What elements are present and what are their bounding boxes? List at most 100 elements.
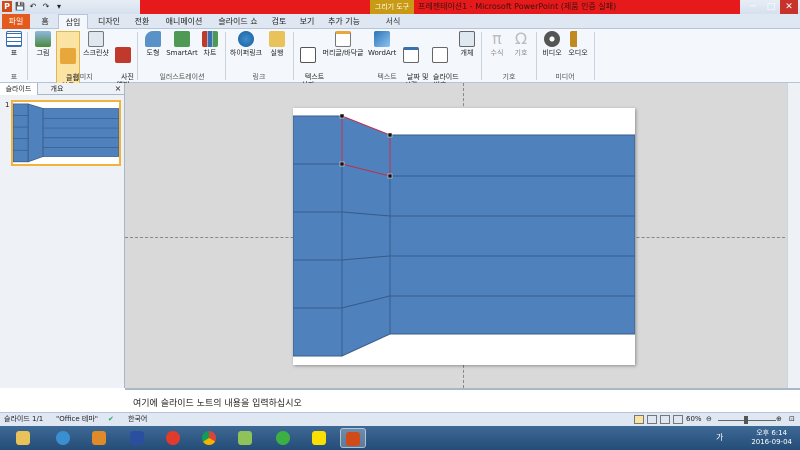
slideshow-view-icon[interactable] [673, 415, 683, 424]
photo-app-icon[interactable] [232, 428, 258, 448]
table-button[interactable]: 표 [4, 31, 24, 57]
wordart-button[interactable]: WordArt [368, 31, 396, 57]
zoom-level[interactable]: 60% [686, 413, 702, 426]
zoom-in-icon[interactable]: ⊕ [776, 413, 782, 426]
clipart-icon [60, 48, 76, 64]
normal-view-icon[interactable] [634, 415, 644, 424]
zoom-out-icon[interactable]: ⊖ [706, 413, 712, 426]
alarm-clock-icon[interactable] [160, 428, 186, 448]
group-label-links: 링크 [252, 73, 266, 81]
tab-transitions[interactable]: 전환 [128, 14, 156, 29]
left-grid-cell[interactable] [292, 115, 343, 165]
selection-handle[interactable] [339, 161, 345, 167]
audio-button[interactable]: 오디오 [566, 31, 590, 57]
kakaotalk-icon[interactable] [306, 428, 332, 448]
hyperlink-icon [238, 31, 254, 47]
omega-icon: Ω [514, 29, 528, 48]
app-icon-orange[interactable] [86, 428, 112, 448]
symbol-button[interactable]: Ω 기호 [510, 29, 532, 58]
right-grid-cell[interactable] [389, 255, 636, 297]
left-grid-cell[interactable] [292, 307, 343, 357]
right-grid-cell[interactable] [389, 134, 636, 177]
tab-format[interactable]: 서식 [378, 14, 408, 29]
shapes-icon [145, 31, 161, 47]
tab-review[interactable]: 검토 [266, 14, 292, 29]
spellcheck-icon[interactable]: ✔ [108, 413, 114, 426]
reading-view-icon[interactable] [660, 415, 670, 424]
close-button[interactable]: ✕ [780, 0, 798, 14]
powerpoint-taskbar-icon[interactable] [340, 428, 366, 448]
right-grid-cell[interactable] [389, 215, 636, 257]
undo-icon[interactable]: ↶ [28, 1, 38, 12]
notes-pane[interactable]: 여기에 슬라이드 노트의 내용을 입력하십시오 [125, 388, 800, 412]
left-grid-cell[interactable] [292, 163, 343, 213]
chart-button[interactable]: 차트 [200, 31, 220, 57]
header-footer-button[interactable]: 머리글/바닥글 [320, 31, 366, 57]
slide-shapes[interactable] [292, 108, 636, 365]
tab-home[interactable]: 홈 [34, 14, 56, 29]
internet-explorer-icon[interactable] [50, 428, 76, 448]
tab-animations[interactable]: 애니메이션 [158, 14, 210, 29]
slide-sorter-icon[interactable] [647, 415, 657, 424]
help-app-icon[interactable] [124, 428, 150, 448]
panel-tabs: 슬라이드 개요 × [0, 83, 124, 95]
vertical-scrollbar[interactable] [787, 83, 800, 388]
picture-button[interactable]: 그림 [32, 31, 54, 57]
system-clock[interactable]: 오후 6:14 2016-09-04 [751, 429, 792, 447]
title-bar: P 💾 ↶ ↷ ▾ 그리기 도구 프레젠테이션1 - Microsoft Pow… [0, 0, 800, 14]
tab-file[interactable]: 파일 [2, 14, 30, 29]
perspective-cell[interactable] [341, 211, 391, 261]
tab-slides[interactable]: 슬라이드 [0, 83, 38, 95]
hyperlink-button[interactable]: 하이퍼링크 [228, 31, 264, 57]
panel-close-button[interactable]: × [112, 83, 124, 94]
video-button[interactable]: 비디오 [540, 31, 564, 57]
save-icon[interactable]: 💾 [15, 1, 25, 12]
green-app-icon[interactable] [270, 428, 296, 448]
selection-handle[interactable] [339, 113, 345, 119]
minimize-button[interactable]: ─ [744, 0, 762, 14]
slide-thumbnail[interactable] [11, 100, 121, 166]
tab-slideshow[interactable]: 슬라이드 쇼 [212, 14, 264, 29]
fit-to-window-icon[interactable]: ⊡ [789, 413, 795, 426]
maximize-button[interactable]: □ [762, 0, 780, 14]
tab-view[interactable]: 보기 [294, 14, 320, 29]
action-button[interactable]: 실행 [266, 31, 288, 57]
screenshot-button[interactable]: 스크린샷 [82, 31, 110, 57]
language-indicator[interactable]: 한국어 [128, 413, 147, 426]
object-button[interactable]: 개체 [456, 31, 478, 57]
ime-indicator[interactable]: 가 [716, 432, 723, 443]
screenshot-icon [88, 31, 104, 47]
ribbon-insert: 표 표 그림 클립 아트 스크린샷 사진 앨범 이미지 도형 SmartArt … [0, 29, 800, 99]
group-label-text: 텍스트 [377, 73, 397, 81]
powerpoint-logo-icon[interactable]: P [2, 1, 12, 12]
zoom-slider-thumb[interactable] [744, 416, 748, 424]
group-label-table: 표 [10, 73, 18, 81]
right-grid-cell[interactable] [389, 295, 636, 335]
film-reel-icon [544, 31, 560, 47]
equation-button[interactable]: π 수식 [486, 31, 508, 58]
tab-design[interactable]: 디자인 [92, 14, 126, 29]
slide-canvas[interactable] [292, 108, 636, 365]
group-label-media: 미디어 [555, 73, 575, 81]
clock-date: 2016-09-04 [751, 438, 792, 446]
shapes-button[interactable]: 도형 [142, 31, 164, 57]
right-grid-cell[interactable] [389, 175, 636, 217]
selection-handle[interactable] [387, 173, 393, 179]
ribbon-tabs: 파일 홈 삽입 디자인 전환 애니메이션 슬라이드 쇼 검토 보기 추가 기능 … [0, 14, 800, 29]
customize-qat-icon[interactable]: ▾ [54, 1, 64, 12]
clock-time: 오후 6:14 [756, 429, 788, 437]
tab-outline[interactable]: 개요 [38, 83, 76, 95]
chrome-icon[interactable] [196, 428, 222, 448]
left-grid-cell[interactable] [292, 259, 343, 309]
group-label-illustrations: 일러스트레이션 [159, 73, 205, 81]
tab-insert[interactable]: 삽입 [58, 14, 88, 29]
smartart-button[interactable]: SmartArt [166, 31, 198, 57]
redo-icon[interactable]: ↷ [41, 1, 51, 12]
tab-addins[interactable]: 추가 기능 [322, 14, 366, 29]
left-grid-cell[interactable] [292, 211, 343, 261]
slide-number-icon [432, 47, 448, 63]
selection-handle[interactable] [387, 132, 393, 138]
window-title: 프레젠테이션1 - Microsoft PowerPoint (제품 인증 실패… [418, 2, 617, 11]
file-explorer-icon[interactable] [10, 428, 36, 448]
group-separator [225, 32, 226, 80]
